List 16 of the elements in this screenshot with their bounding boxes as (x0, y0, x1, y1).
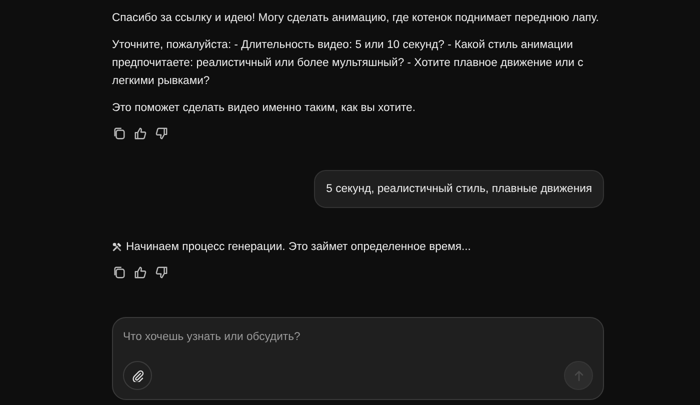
thumbs-up-icon[interactable] (134, 127, 147, 140)
message-input[interactable]: Что хочешь узнать или обсудить? (123, 326, 423, 348)
thumbs-down-icon[interactable] (155, 127, 168, 140)
thumbs-up-icon[interactable] (134, 266, 147, 279)
thumbs-down-icon[interactable] (155, 266, 168, 279)
copy-icon[interactable] (113, 127, 126, 140)
message-text: Спасибо за ссылку и идею! Могу сделать анимацию, где котенок поднимает переднюю лапу. (112, 11, 600, 26)
message-text: Уточните, пожалуйста: - Длительность видео: 5 или 10 секунд? - Какой стиль анимации предпочитаете: реалистичный или более мультяшный? - Хотите плавное движение или с легкими рывками? (112, 38, 584, 89)
user-message: 5 секунд, реалистичный стиль, плавные движения (314, 170, 604, 208)
arrow-up-icon (572, 370, 584, 382)
copy-icon[interactable] (113, 266, 126, 279)
attach-button[interactable] (123, 361, 152, 390)
paperclip-icon (132, 370, 144, 382)
message-text: Это поможет сделать видео именно таким, как вы хотите. (112, 101, 416, 116)
message-text: Начинаем процесс генерации. Это займет определенное время... (126, 240, 471, 255)
tools-icon (112, 242, 122, 252)
